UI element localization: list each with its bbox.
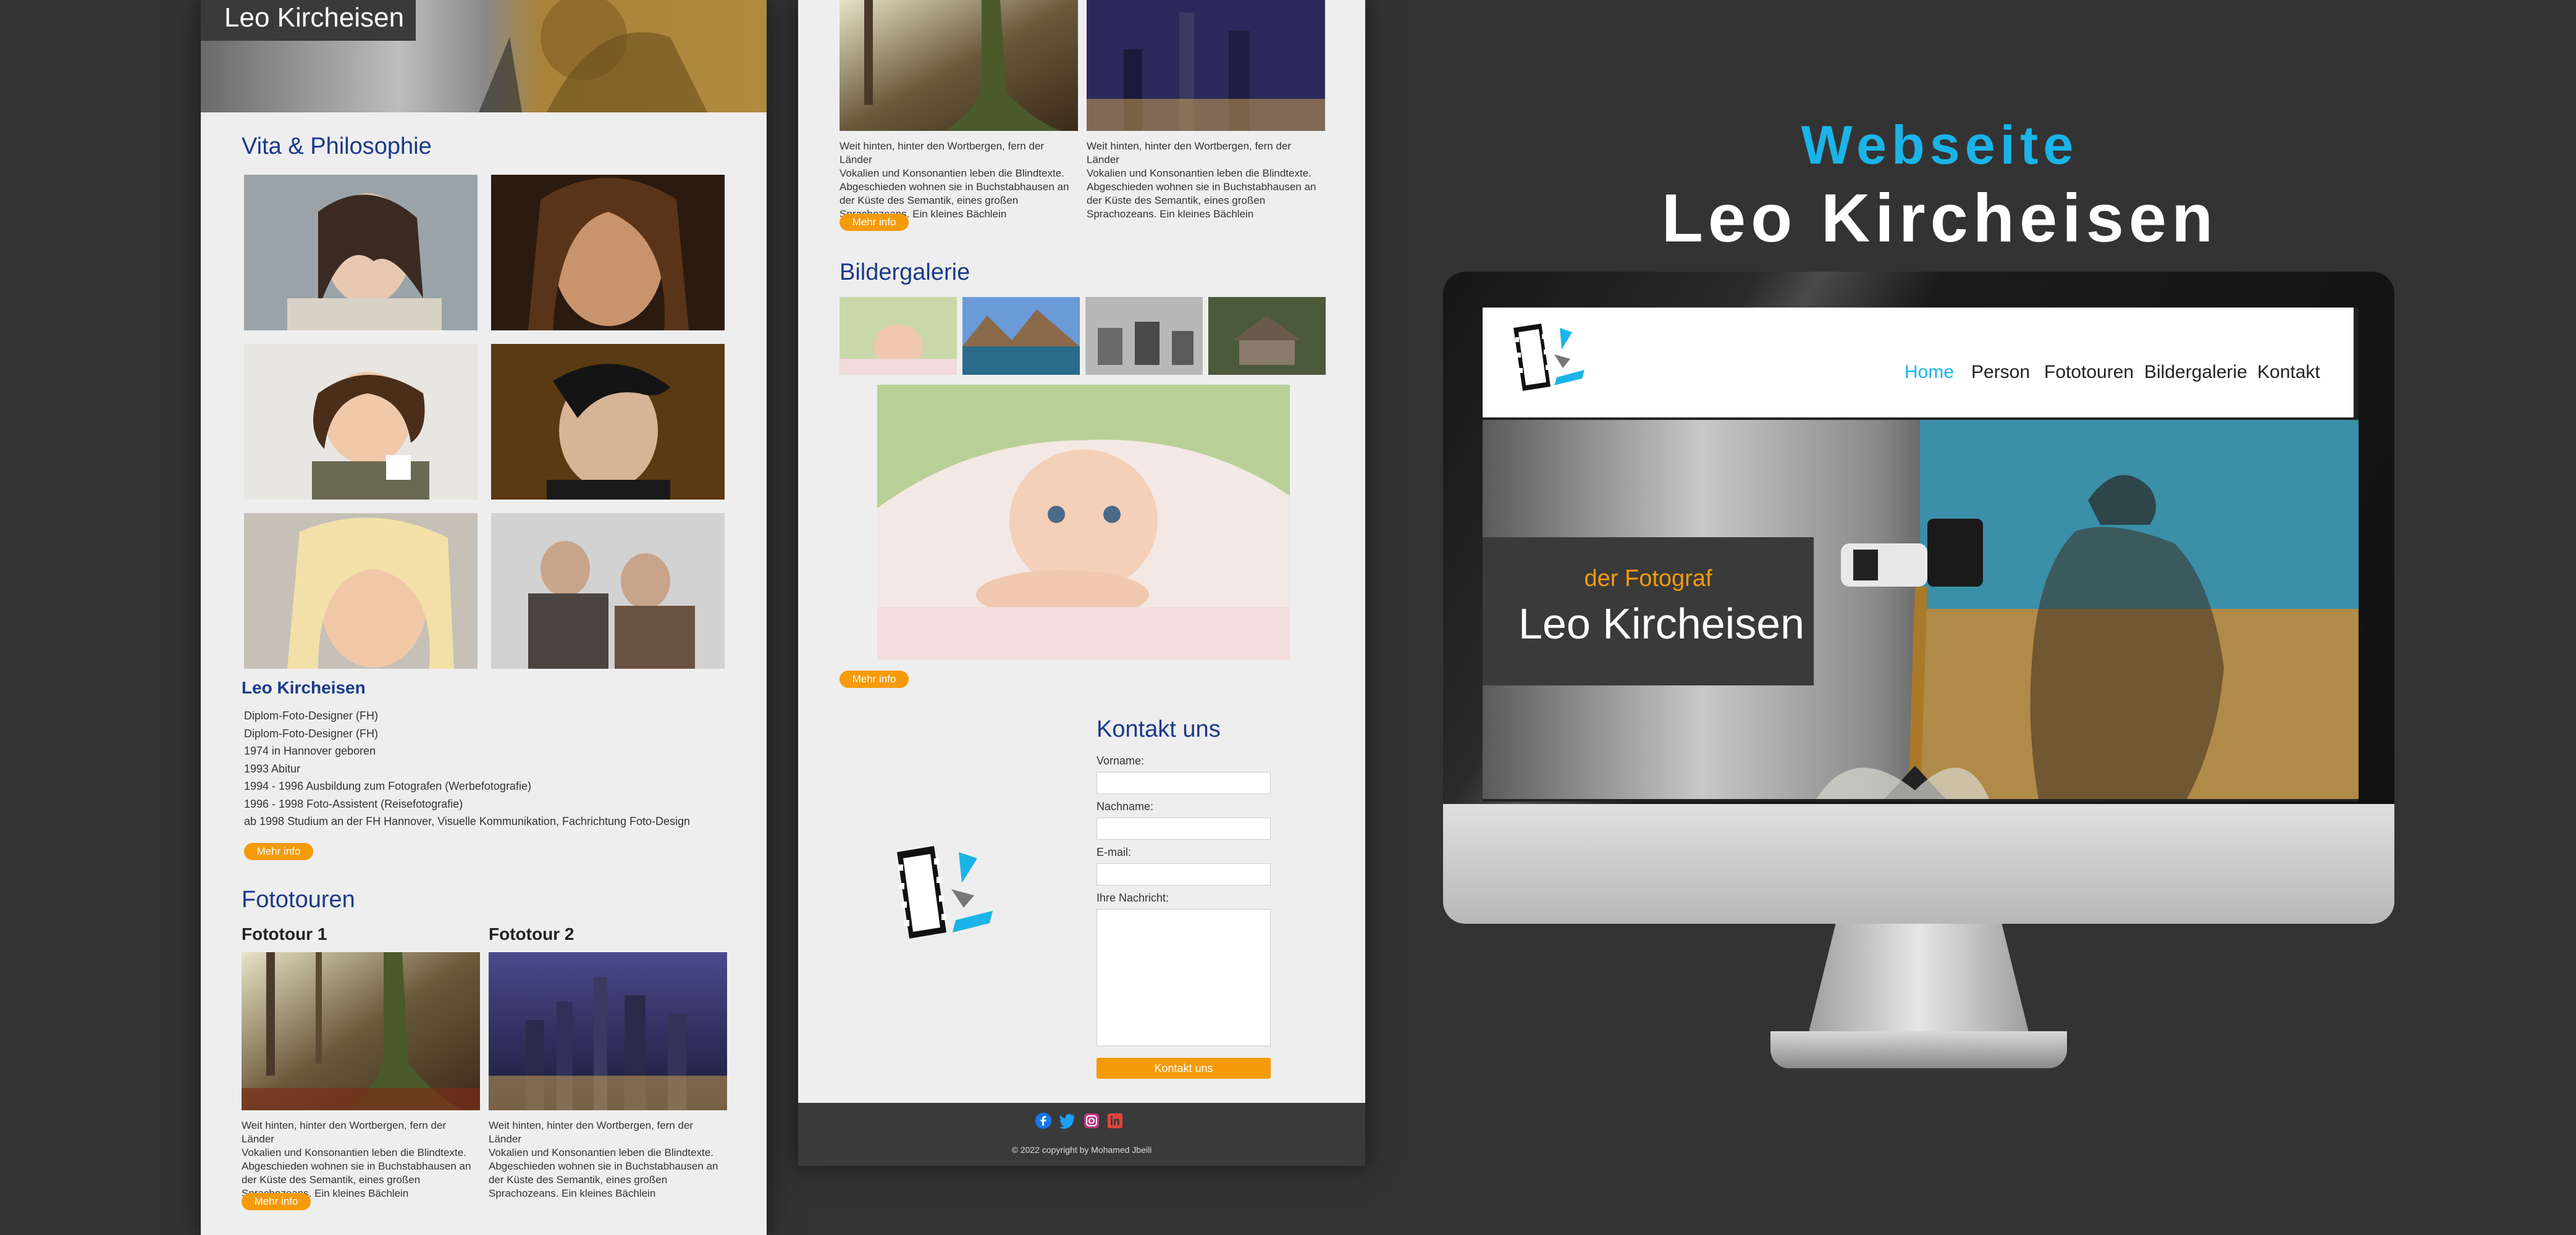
- portrait-photo-4[interactable]: [491, 344, 725, 500]
- navbar-logo-icon[interactable]: [1507, 319, 1594, 405]
- hero-name-box: Leo Kircheisen: [201, 0, 416, 41]
- vita-list: Diplom-Foto-Designer (FH) Diplom-Foto-De…: [244, 707, 690, 831]
- contact-submit-button[interactable]: Kontakt uns: [1096, 1058, 1271, 1079]
- lastname-label: Nachname:: [1096, 800, 1154, 813]
- vita-line: Diplom-Foto-Designer (FH): [244, 710, 379, 722]
- tour-1-text: Weit hinten, hinter den Wortbergen, fern…: [242, 1120, 471, 1199]
- portrait-photo-5[interactable]: [244, 513, 478, 669]
- gallery-main-baby-photo[interactable]: [877, 385, 1290, 660]
- tour-forest-photo[interactable]: [840, 0, 1078, 131]
- vita-line: 1994 - 1996 Ausbildung zum Fotografen (W…: [244, 780, 531, 792]
- mockup-heading-line2: Leo Kircheisen: [1661, 180, 2218, 256]
- hero-name: Leo Kircheisen: [224, 2, 405, 33]
- gallery-thumb-lake[interactable]: [962, 297, 1080, 375]
- linkedin-icon[interactable]: [1107, 1113, 1123, 1129]
- tour-2-text: Weit hinten, hinter den Wortbergen, fern…: [489, 1120, 718, 1199]
- twitter-icon[interactable]: [1059, 1113, 1076, 1129]
- gallery-thumb-baby[interactable]: [840, 297, 957, 375]
- vita-line: ab 1998 Studium an der FH Hannover, Visu…: [244, 815, 691, 827]
- vita-line: 1974 in Hannover geboren: [244, 745, 376, 757]
- email-label: E-mail:: [1096, 846, 1132, 858]
- site-logo-icon: [897, 846, 993, 939]
- monitor-screen: Home Person Fototouren Bildergalerie Kon…: [1483, 308, 2359, 802]
- hero-title-box: der Fotograf Leo Kircheisen: [1483, 537, 1814, 685]
- monitor-chin: [1443, 803, 2394, 924]
- tours-title: Fototouren: [242, 887, 355, 913]
- vita-line: Diplom-Foto-Designer (FH): [244, 727, 379, 740]
- mockup-heading-line1: Webseite: [1801, 114, 2079, 175]
- nav-item-bildergalerie[interactable]: Bildergalerie: [2144, 362, 2247, 383]
- tour-text-left: Weit hinten, hinter den Wortbergen, fern…: [840, 140, 1069, 220]
- tour-1-title: Fototour 1: [242, 924, 327, 944]
- monitor-mockup: Home Person Fototouren Bildergalerie Kon…: [1443, 272, 2394, 1118]
- site-navbar: Home Person Fototouren Bildergalerie Kon…: [1483, 308, 2354, 417]
- hero-strip: Leo Kircheisen: [201, 0, 767, 112]
- facebook-icon[interactable]: [1035, 1113, 1051, 1129]
- site-hero: der Fotograf Leo Kircheisen: [1483, 420, 2359, 799]
- nav-item-fototouren[interactable]: Fototouren: [2044, 362, 2134, 383]
- email-input[interactable]: [1096, 863, 1271, 885]
- page-continuation-preview: Weit hinten, hinter den Wortbergen, fern…: [798, 0, 1365, 1166]
- nav-item-home[interactable]: Home: [1905, 362, 1954, 383]
- hero-title: Leo Kircheisen: [1518, 600, 1805, 648]
- tours-more-info-button[interactable]: Mehr info: [242, 1193, 311, 1210]
- portrait-photo-6[interactable]: [491, 513, 725, 669]
- gallery-more-info-button[interactable]: Mehr info: [840, 671, 909, 688]
- vita-more-info-button[interactable]: Mehr info: [244, 843, 313, 860]
- nav-item-kontakt[interactable]: Kontakt: [2257, 362, 2320, 383]
- tour-2-city-photo[interactable]: [489, 952, 727, 1110]
- tour-city-photo[interactable]: [1087, 0, 1325, 131]
- portrait-photo-1[interactable]: [244, 175, 478, 330]
- vita-name: Leo Kircheisen: [242, 678, 366, 697]
- hero-subtitle: der Fotograf: [1584, 566, 1712, 592]
- gallery-thumb-cabin[interactable]: [1208, 297, 1326, 375]
- footer: © 2022 copyright by Mohamed Jbeili: [798, 1103, 1365, 1166]
- vita-line: 1996 - 1998 Foto-Assistent (Reisefotogra…: [244, 797, 463, 810]
- footer-copyright: © 2022 copyright by Mohamed Jbeili: [1011, 1145, 1152, 1155]
- gallery-title: Bildergalerie: [840, 259, 970, 285]
- tour-2-title: Fototour 2: [489, 924, 575, 944]
- nav-item-person[interactable]: Person: [1971, 362, 2030, 383]
- portrait-photo-3[interactable]: [244, 344, 478, 500]
- mobile-page-preview: Leo Kircheisen Vita & Philosophie Leo Ki…: [201, 0, 767, 1235]
- instagram-icon[interactable]: [1084, 1113, 1100, 1129]
- tour-text-right: Weit hinten, hinter den Wortbergen, fern…: [1087, 140, 1316, 220]
- gallery-thumb-market[interactable]: [1085, 297, 1203, 375]
- lastname-input[interactable]: [1096, 818, 1271, 840]
- portrait-photo-2[interactable]: [491, 175, 725, 330]
- tours-more-info-button-2[interactable]: Mehr info: [840, 214, 909, 231]
- vita-line: 1993 Abitur: [244, 762, 301, 775]
- vita-title: Vita & Philosophie: [242, 133, 432, 159]
- message-textarea[interactable]: [1096, 909, 1271, 1046]
- contact-title: Kontakt uns: [1096, 716, 1221, 742]
- tour-1-forest-photo[interactable]: [242, 952, 480, 1110]
- firstname-input[interactable]: [1096, 772, 1271, 794]
- message-label: Ihre Nachricht:: [1096, 892, 1169, 904]
- firstname-label: Vorname:: [1096, 755, 1145, 767]
- monitor-stand-base: [1770, 1031, 2067, 1068]
